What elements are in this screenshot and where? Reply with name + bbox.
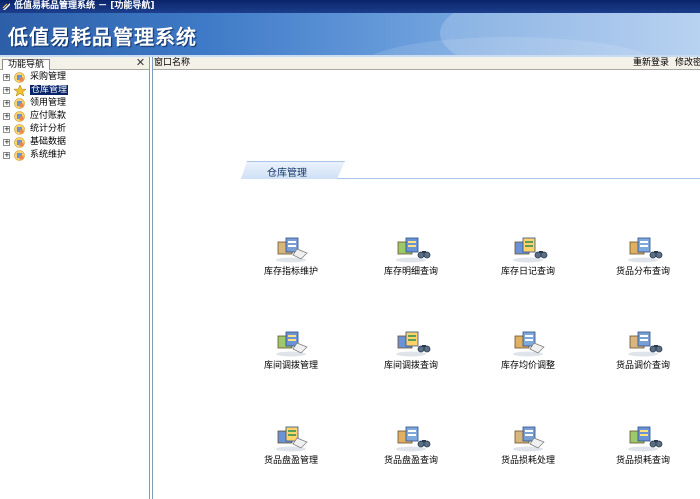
expand-icon[interactable]: + — [3, 100, 10, 107]
function-button[interactable]: 货品盘盈管理 — [241, 422, 341, 466]
nav-item[interactable]: + 统计分析 — [0, 123, 149, 136]
nav-item[interactable]: + 采购管理 — [0, 71, 149, 84]
relogin-link[interactable]: 重新登录 — [633, 58, 669, 68]
section-title: 仓库管理 — [267, 168, 307, 179]
star-icon — [14, 85, 26, 96]
expand-icon[interactable]: + — [3, 113, 10, 120]
function-label: 库存均价调整 — [500, 361, 555, 371]
function-button[interactable]: 货品调价查询 — [593, 327, 693, 371]
transfer-query-icon — [396, 331, 431, 357]
window-name-label: 窗口名称 — [154, 58, 191, 68]
function-button[interactable]: 货品损耗处理 — [478, 422, 578, 466]
nav-item[interactable]: + 领用管理 — [0, 97, 149, 110]
main-panel: 窗口名称 重新登录 修改密 仓库管理 库存指标维护 库存明细查询 库存日记查询 货品分布… — [152, 57, 700, 499]
main-header: 窗口名称 重新登录 修改密 — [153, 57, 700, 70]
section-header: 仓库管理 — [241, 161, 700, 179]
module-icon — [14, 111, 25, 122]
nav-item[interactable]: + 应付账款 — [0, 110, 149, 123]
journal-query-icon — [513, 237, 548, 263]
nav-panel-header: 功能导航 ✕ — [0, 57, 149, 70]
function-label: 库存指标维护 — [263, 267, 318, 277]
detail-query-icon — [396, 237, 431, 263]
header-links: 重新登录 修改密 — [633, 57, 700, 69]
function-label: 货品调价查询 — [615, 361, 670, 371]
nav-item-label: 领用管理 — [30, 98, 67, 108]
function-button[interactable]: 货品分布查询 — [593, 233, 693, 277]
price-query-icon — [628, 331, 663, 357]
function-button[interactable]: 货品盘盈查询 — [361, 422, 461, 466]
price-adjust-icon — [513, 331, 545, 357]
nav-item[interactable]: + 基础数据 — [0, 136, 149, 149]
nav-item-label: 仓库管理 — [30, 85, 69, 95]
app-icon — [2, 3, 10, 10]
function-label: 库存明细查询 — [383, 267, 438, 277]
expand-icon[interactable]: + — [3, 87, 10, 94]
loss-process-icon — [513, 426, 545, 452]
loss-query-icon — [628, 426, 663, 452]
function-label: 库存日记查询 — [500, 267, 555, 277]
function-button[interactable]: 货品损耗查询 — [593, 422, 693, 466]
close-icon[interactable]: ✕ — [135, 57, 146, 69]
distribution-query-icon — [628, 237, 663, 263]
transfer-manage-icon — [276, 331, 308, 357]
surplus-query-icon — [396, 426, 431, 452]
module-icon — [14, 150, 25, 161]
expand-icon[interactable]: + — [3, 152, 10, 159]
function-label: 库间调拨管理 — [263, 361, 318, 371]
window-title: 低值易耗品管理系统 － [功能导航] — [14, 1, 155, 11]
function-label: 货品分布查询 — [615, 267, 670, 277]
maintenance-icon — [276, 237, 308, 263]
function-button[interactable]: 库存指标维护 — [241, 233, 341, 277]
function-button[interactable]: 库间调拨查询 — [361, 327, 461, 371]
nav-tree: + 采购管理 + 仓库管理 + 领用管理 + 应付账款 + 统计分析 + 基础数据 + 系统维护 — [0, 70, 149, 162]
surplus-manage-icon — [276, 426, 308, 452]
app-banner: 低值易耗品管理系统 — [0, 13, 700, 55]
module-icon — [14, 98, 25, 109]
function-button[interactable]: 库间调拨管理 — [241, 327, 341, 371]
function-label: 货品盘盈管理 — [263, 456, 318, 466]
expand-icon[interactable]: + — [3, 126, 10, 133]
function-label: 货品损耗处理 — [500, 456, 555, 466]
change-password-link[interactable]: 修改密 — [675, 58, 700, 68]
module-icon — [14, 72, 25, 83]
expand-icon[interactable]: + — [3, 139, 10, 146]
function-label: 货品盘盈查询 — [383, 456, 438, 466]
nav-item-label: 应付账款 — [30, 111, 67, 121]
nav-tab[interactable]: 功能导航 — [2, 59, 51, 70]
nav-item[interactable]: + 系统维护 — [0, 149, 149, 162]
nav-panel: 功能导航 ✕ + 采购管理 + 仓库管理 + 领用管理 + 应付账款 + 统计分析 + 基础数据 + 系统… — [0, 57, 150, 499]
nav-item-label: 系统维护 — [30, 150, 67, 160]
expand-icon[interactable]: + — [3, 74, 10, 81]
function-button[interactable]: 库存均价调整 — [478, 327, 578, 371]
nav-item-label: 基础数据 — [30, 137, 67, 147]
module-icon — [14, 137, 25, 148]
banner-title: 低值易耗品管理系统 — [8, 25, 197, 49]
function-button[interactable]: 库存明细查询 — [361, 233, 461, 277]
function-label: 货品损耗查询 — [615, 456, 670, 466]
function-label: 库间调拨查询 — [383, 361, 438, 371]
nav-item-label: 采购管理 — [30, 72, 67, 82]
module-icon — [14, 124, 25, 135]
window-title-bar: 低值易耗品管理系统 － [功能导航] — [0, 0, 700, 13]
nav-item[interactable]: + 仓库管理 — [0, 84, 149, 97]
function-button[interactable]: 库存日记查询 — [478, 233, 578, 277]
nav-item-label: 统计分析 — [30, 124, 67, 134]
